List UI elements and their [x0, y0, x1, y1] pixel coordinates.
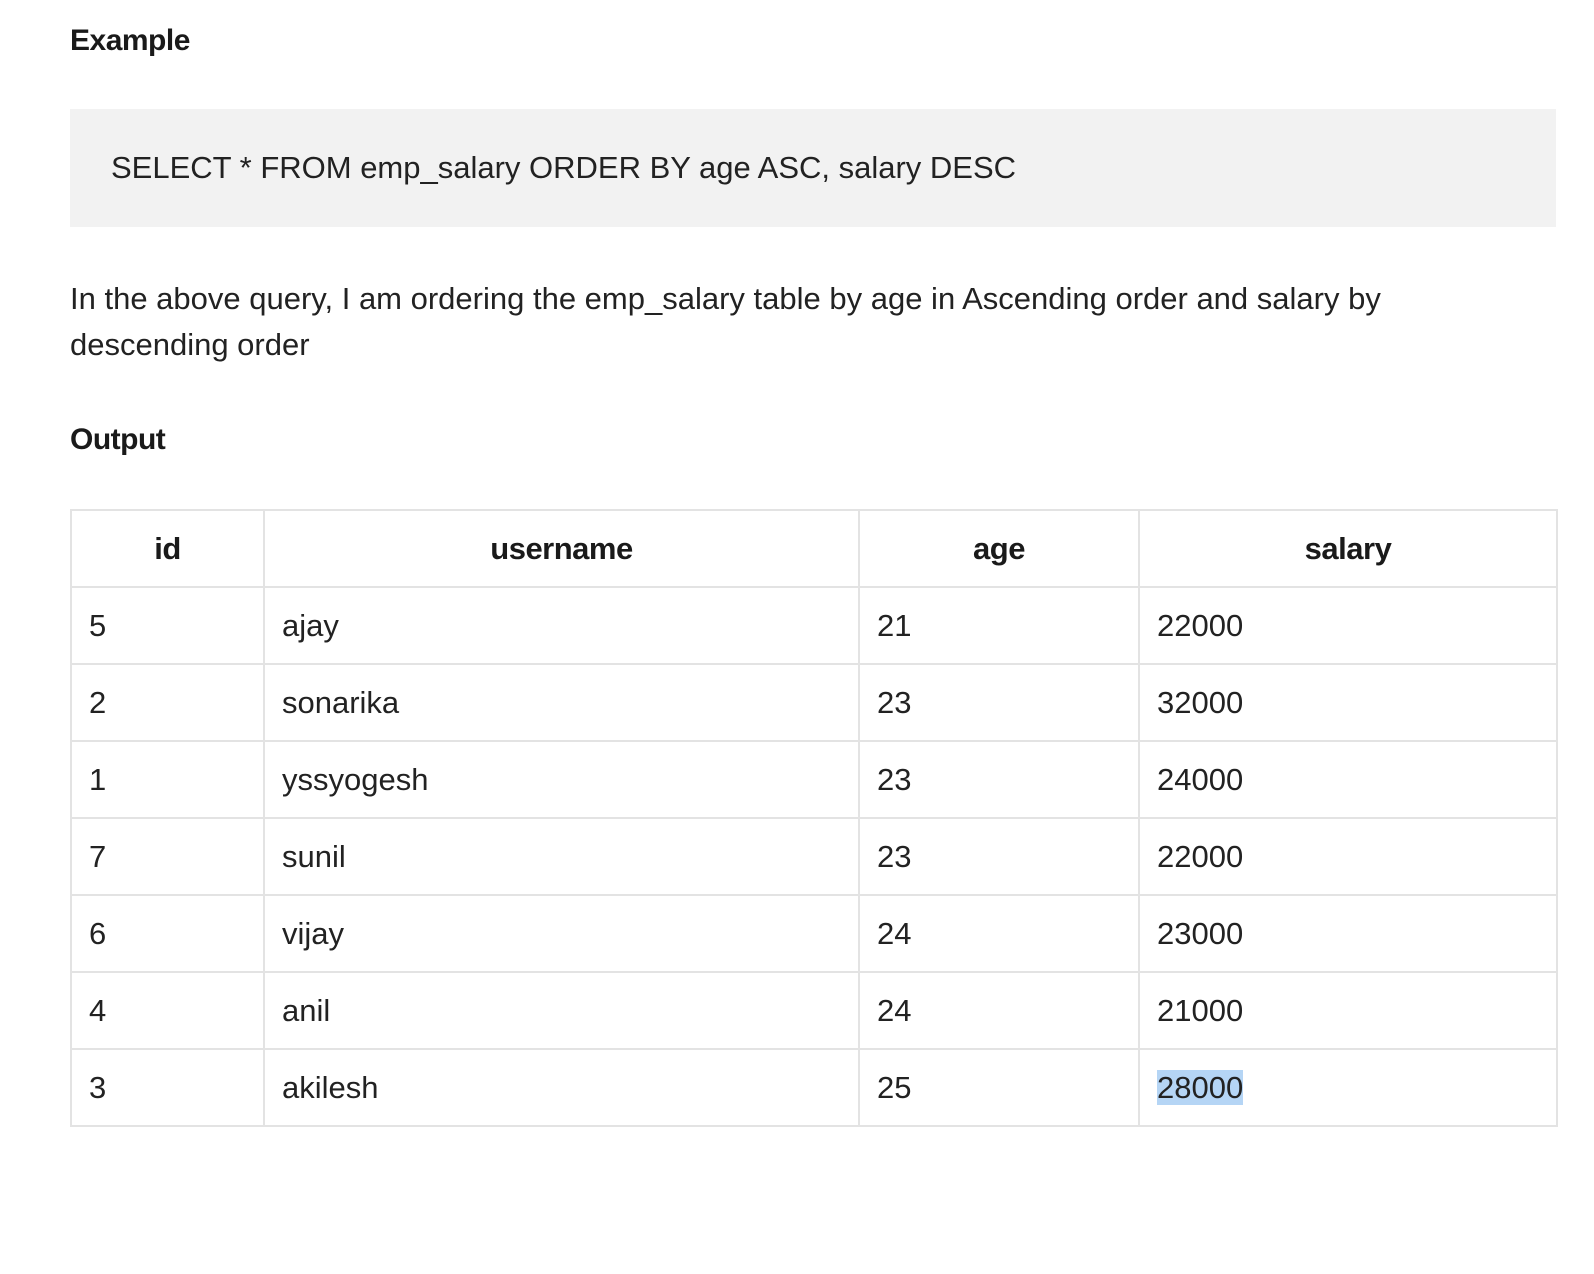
table-row: 3 akilesh 25 28000 — [70, 1048, 1558, 1127]
cell-username: yssyogesh — [263, 740, 860, 819]
cell-salary: 32000 — [1138, 663, 1558, 742]
cell-salary: 21000 — [1138, 971, 1558, 1050]
column-header-username: username — [263, 509, 860, 588]
cell-id: 2 — [70, 663, 265, 742]
cell-age: 24 — [858, 971, 1140, 1050]
table-row: 1 yssyogesh 23 24000 — [70, 740, 1558, 819]
cell-age: 23 — [858, 817, 1140, 896]
sql-query[interactable]: SELECT * FROM emp_salary ORDER BY age AS… — [111, 150, 1016, 186]
cell-salary: 23000 — [1138, 894, 1558, 973]
description-paragraph: In the above query, I am ordering the em… — [70, 281, 1381, 362]
cell-age: 23 — [858, 740, 1140, 819]
cell-username: vijay — [263, 894, 860, 973]
output-heading: Output — [70, 423, 166, 456]
cell-id: 3 — [70, 1048, 265, 1127]
cell-id: 4 — [70, 971, 265, 1050]
cell-username: sunil — [263, 817, 860, 896]
example-heading: Example — [70, 24, 190, 57]
cell-age: 25 — [858, 1048, 1140, 1127]
code-block[interactable]: SELECT * FROM emp_salary ORDER BY age AS… — [70, 109, 1556, 227]
cell-salary: 22000 — [1138, 586, 1558, 665]
table-row: 6 vijay 24 23000 — [70, 894, 1558, 973]
table-row: 2 sonarika 23 32000 — [70, 663, 1558, 742]
cell-username: akilesh — [263, 1048, 860, 1127]
cell-username: sonarika — [263, 663, 860, 742]
cell-id: 6 — [70, 894, 265, 973]
cell-id: 7 — [70, 817, 265, 896]
output-table-wrapper: id username age salary 5 ajay 21 22000 2… — [70, 509, 1558, 1127]
table-row: 5 ajay 21 22000 — [70, 586, 1558, 665]
cell-salary[interactable]: 28000 — [1138, 1048, 1558, 1127]
cell-id: 5 — [70, 586, 265, 665]
column-header-age: age — [858, 509, 1140, 588]
cell-age: 23 — [858, 663, 1140, 742]
cell-salary: 24000 — [1138, 740, 1558, 819]
cell-username: ajay — [263, 586, 860, 665]
selected-text[interactable]: 28000 — [1157, 1069, 1244, 1105]
column-header-salary: salary — [1138, 509, 1558, 588]
cell-age: 24 — [858, 894, 1140, 973]
table-header-row: id username age salary — [70, 509, 1558, 588]
cell-salary: 22000 — [1138, 817, 1558, 896]
cell-age: 21 — [858, 586, 1140, 665]
cell-id: 1 — [70, 740, 265, 819]
table-row: 4 anil 24 21000 — [70, 971, 1558, 1050]
cell-username: anil — [263, 971, 860, 1050]
table-row: 7 sunil 23 22000 — [70, 817, 1558, 896]
output-table: id username age salary 5 ajay 21 22000 2… — [70, 509, 1558, 1127]
column-header-id: id — [70, 509, 265, 588]
